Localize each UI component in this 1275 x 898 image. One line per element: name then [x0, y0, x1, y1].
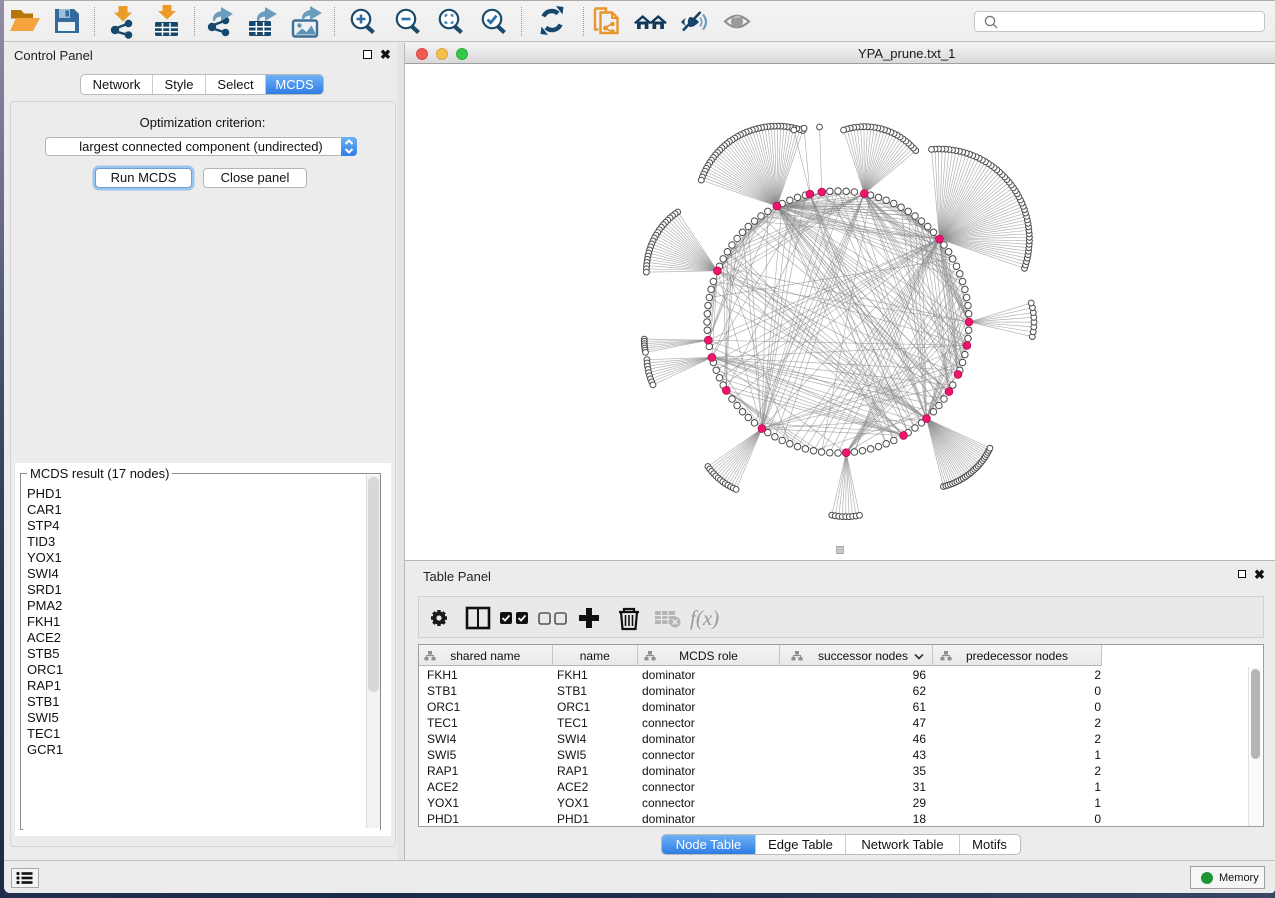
svg-text:f(x): f(x): [690, 606, 719, 630]
